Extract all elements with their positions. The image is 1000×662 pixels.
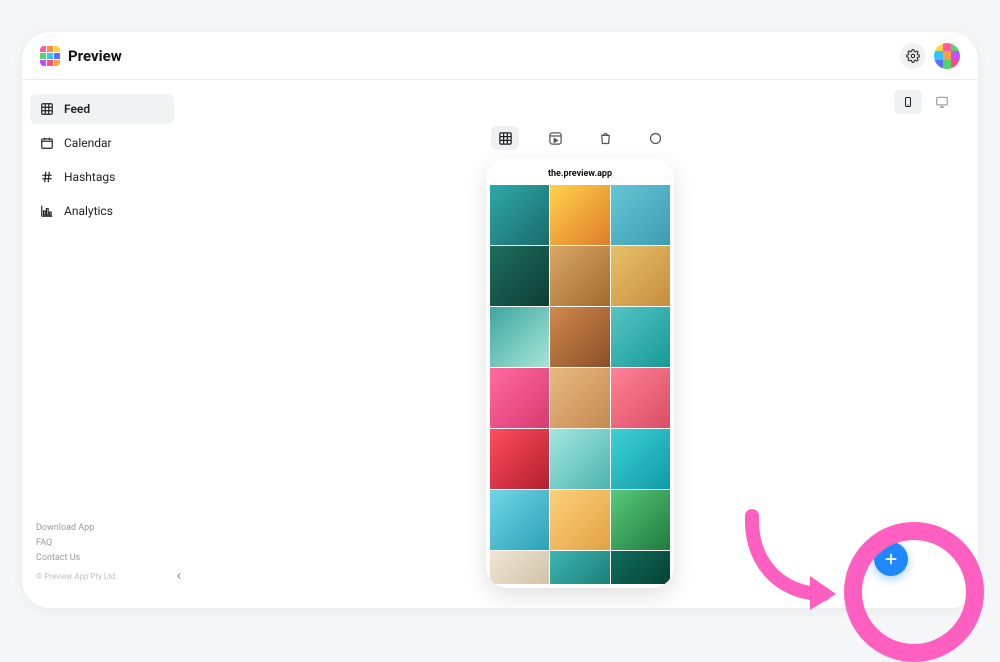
grid-icon [498,131,513,146]
desktop-icon [935,95,949,109]
feed-post[interactable] [611,246,670,306]
grid-icon [40,102,54,116]
sidebar-item-label: Analytics [64,204,113,218]
sidebar-footer: Download App FAQ Contact Us © Preview Ap… [30,521,174,594]
sidebar-item-label: Feed [64,102,90,116]
add-post-button[interactable] [874,542,908,576]
user-avatar[interactable] [934,43,960,69]
contact-link[interactable]: Contact Us [36,551,168,566]
feed-post[interactable] [490,307,549,367]
tab-grid[interactable] [491,126,519,150]
hashtag-icon [40,170,54,184]
feed-post[interactable] [611,429,670,489]
app-window: Preview Feed [22,32,978,608]
tab-shopping[interactable] [591,126,619,150]
feed-post[interactable] [611,307,670,367]
plus-icon [883,551,899,567]
feed-post[interactable] [550,246,609,306]
sidebar-item-analytics[interactable]: Analytics [30,196,174,226]
phone-username: the.preview.app [490,166,670,185]
feed-post[interactable] [550,185,609,245]
feed-post[interactable] [611,185,670,245]
desktop-view-button[interactable] [928,90,956,114]
faq-link[interactable]: FAQ [36,536,168,551]
feed-post[interactable] [550,551,609,584]
mobile-icon [902,95,914,109]
sidebar-item-calendar[interactable]: Calendar [30,128,174,158]
sidebar-nav: Feed Calendar Hashtags [30,94,174,226]
brand-title: Preview [68,47,122,65]
brand-logo-icon [40,46,60,66]
device-view-toggle [894,90,956,114]
top-bar: Preview [22,32,978,80]
feed-post[interactable] [550,490,609,550]
shopping-bag-icon [598,131,613,146]
mobile-view-button[interactable] [894,90,922,114]
brand: Preview [40,46,122,66]
feed-post[interactable] [550,429,609,489]
sidebar: Feed Calendar Hashtags [22,80,182,608]
feed-post[interactable] [490,551,549,584]
feed-post[interactable] [490,429,549,489]
main-content: the.preview.app [182,80,978,608]
feed-post[interactable] [490,246,549,306]
feed-post[interactable] [611,551,670,584]
sidebar-item-hashtags[interactable]: Hashtags [30,162,174,192]
feed-type-tabs [491,126,669,150]
reels-icon [548,131,563,146]
download-app-link[interactable]: Download App [36,521,168,536]
sidebar-item-label: Hashtags [64,170,115,184]
gear-icon [906,49,920,63]
feed-post[interactable] [490,185,549,245]
feed-post[interactable] [550,307,609,367]
feed-post[interactable] [490,490,549,550]
tab-stories[interactable] [641,126,669,150]
feed-post[interactable] [550,368,609,428]
top-actions [900,43,960,69]
settings-button[interactable] [900,43,926,69]
copyright-text: © Preview App Pty Ltd [36,570,168,584]
phone-preview: the.preview.app [486,158,674,588]
circle-outline-icon [648,131,663,146]
tab-reels[interactable] [541,126,569,150]
feed-post[interactable] [611,368,670,428]
feed-post[interactable] [611,490,670,550]
feed-post[interactable] [490,368,549,428]
feed-grid [490,185,670,584]
calendar-icon [40,136,54,150]
sidebar-item-label: Calendar [64,136,112,150]
sidebar-item-feed[interactable]: Feed [30,94,174,124]
chart-icon [40,204,54,218]
